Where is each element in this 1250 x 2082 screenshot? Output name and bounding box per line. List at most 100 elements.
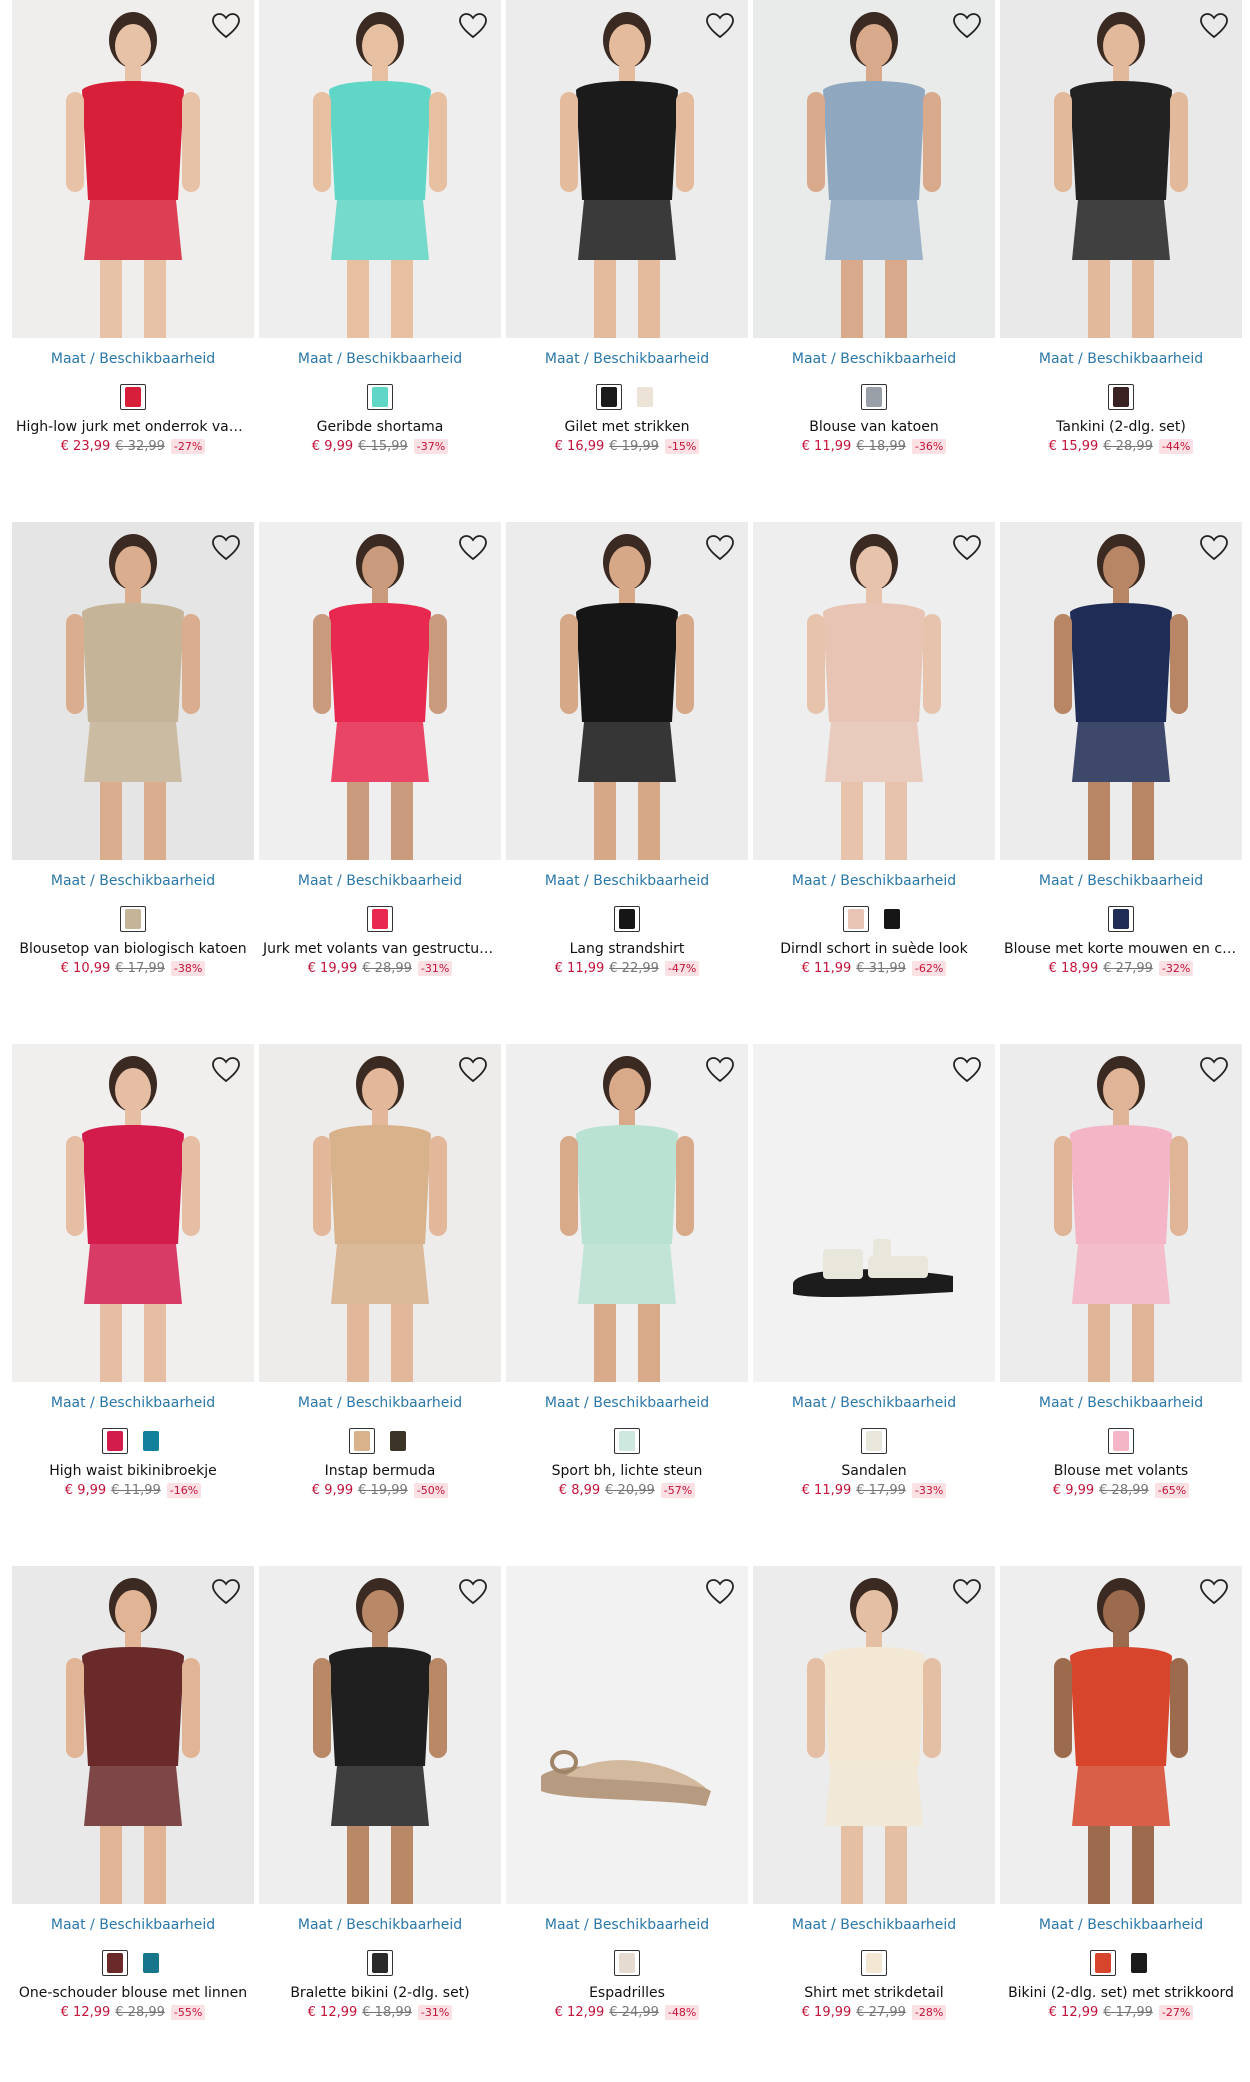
wishlist-heart-icon[interactable] <box>210 10 242 42</box>
product-name[interactable]: Geribde shortama <box>259 418 501 436</box>
product-card[interactable]: Maat / Beschikbaarheid Blouse van katoen €… <box>753 0 995 455</box>
color-swatch[interactable] <box>367 906 393 932</box>
wishlist-heart-icon[interactable] <box>210 532 242 564</box>
product-image[interactable] <box>753 522 995 860</box>
size-availability-link[interactable]: Maat / Beschikbaarheid <box>259 1916 501 1934</box>
size-availability-link[interactable]: Maat / Beschikbaarheid <box>506 872 748 890</box>
product-name[interactable]: Gilet met strikken <box>506 418 748 436</box>
color-swatch[interactable] <box>596 384 622 410</box>
product-name[interactable]: High-low jurk met onderrok van tule <box>12 418 254 436</box>
color-swatch[interactable] <box>102 1428 128 1454</box>
product-image[interactable] <box>12 0 254 338</box>
product-name[interactable]: High waist bikinibroekje <box>12 1462 254 1480</box>
wishlist-heart-icon[interactable] <box>704 532 736 564</box>
product-image[interactable] <box>1000 522 1242 860</box>
product-card[interactable]: Maat / Beschikbaarheid Blouse met korte m… <box>1000 522 1242 977</box>
product-name[interactable]: Sandalen <box>753 1462 995 1480</box>
color-swatch[interactable] <box>843 906 869 932</box>
color-swatch[interactable] <box>861 1950 887 1976</box>
product-name[interactable]: Lang strandshirt <box>506 940 748 958</box>
product-name[interactable]: Blouse met volants <box>1000 1462 1242 1480</box>
size-availability-link[interactable]: Maat / Beschikbaarheid <box>1000 1916 1242 1934</box>
product-card[interactable]: Maat / Beschikbaarheid Blousetop van biol… <box>12 522 254 977</box>
product-card[interactable]: Maat / Beschikbaarheid Sport bh, lichte s… <box>506 1044 748 1499</box>
product-card[interactable]: Maat / Beschikbaarheid Lang strandshirt € … <box>506 522 748 977</box>
wishlist-heart-icon[interactable] <box>457 1054 489 1086</box>
product-image[interactable] <box>506 522 748 860</box>
color-swatch[interactable] <box>861 1428 887 1454</box>
product-card[interactable]: Maat / Beschikbaarheid Bikini (2-dlg. set… <box>1000 1566 1242 2021</box>
product-card[interactable]: Maat / Beschikbaarheid One-schouder blous… <box>12 1566 254 2021</box>
color-swatch[interactable] <box>614 906 640 932</box>
wishlist-heart-icon[interactable] <box>951 532 983 564</box>
wishlist-heart-icon[interactable] <box>457 1576 489 1608</box>
product-image[interactable] <box>12 1044 254 1382</box>
product-image[interactable] <box>259 1566 501 1904</box>
size-availability-link[interactable]: Maat / Beschikbaarheid <box>12 872 254 890</box>
size-availability-link[interactable]: Maat / Beschikbaarheid <box>506 350 748 368</box>
wishlist-heart-icon[interactable] <box>210 1054 242 1086</box>
product-image[interactable] <box>1000 1566 1242 1904</box>
product-name[interactable]: Blouse van katoen <box>753 418 995 436</box>
product-card[interactable]: Maat / Beschikbaarheid High-low jurk met … <box>12 0 254 455</box>
wishlist-heart-icon[interactable] <box>704 10 736 42</box>
product-card[interactable]: Maat / Beschikbaarheid Jurk met volants v… <box>259 522 501 977</box>
size-availability-link[interactable]: Maat / Beschikbaarheid <box>12 1916 254 1934</box>
color-swatch[interactable] <box>1090 1950 1116 1976</box>
color-swatch[interactable] <box>367 1950 393 1976</box>
product-image[interactable] <box>506 1566 748 1904</box>
size-availability-link[interactable]: Maat / Beschikbaarheid <box>259 350 501 368</box>
size-availability-link[interactable]: Maat / Beschikbaarheid <box>753 350 995 368</box>
product-name[interactable]: Blouse met korte mouwen en ceintuur <box>1000 940 1242 958</box>
wishlist-heart-icon[interactable] <box>951 10 983 42</box>
size-availability-link[interactable]: Maat / Beschikbaarheid <box>1000 872 1242 890</box>
product-card[interactable]: Maat / Beschikbaarheid Sandalen € 11,99 € 1… <box>753 1044 995 1499</box>
size-availability-link[interactable]: Maat / Beschikbaarheid <box>12 1394 254 1412</box>
color-swatch[interactable] <box>138 1950 164 1976</box>
product-image[interactable] <box>259 522 501 860</box>
size-availability-link[interactable]: Maat / Beschikbaarheid <box>753 1916 995 1934</box>
wishlist-heart-icon[interactable] <box>1198 1054 1230 1086</box>
product-card[interactable]: Maat / Beschikbaarheid Shirt met strikdet… <box>753 1566 995 2021</box>
wishlist-heart-icon[interactable] <box>1198 1576 1230 1608</box>
product-name[interactable]: Jurk met volants van gestructureerd mate… <box>259 940 501 958</box>
product-name[interactable]: Shirt met strikdetail <box>753 1984 995 2002</box>
size-availability-link[interactable]: Maat / Beschikbaarheid <box>506 1394 748 1412</box>
product-image[interactable] <box>753 0 995 338</box>
product-image[interactable] <box>753 1044 995 1382</box>
wishlist-heart-icon[interactable] <box>1198 532 1230 564</box>
size-availability-link[interactable]: Maat / Beschikbaarheid <box>1000 350 1242 368</box>
size-availability-link[interactable]: Maat / Beschikbaarheid <box>753 872 995 890</box>
color-swatch[interactable] <box>614 1950 640 1976</box>
product-name[interactable]: Tankini (2-dlg. set) <box>1000 418 1242 436</box>
product-image[interactable] <box>753 1566 995 1904</box>
product-image[interactable] <box>259 1044 501 1382</box>
color-swatch[interactable] <box>367 384 393 410</box>
product-card[interactable]: Maat / Beschikbaarheid Dirndl schort in s… <box>753 522 995 977</box>
color-swatch[interactable] <box>879 906 905 932</box>
product-name[interactable]: Instap bermuda <box>259 1462 501 1480</box>
color-swatch[interactable] <box>861 384 887 410</box>
product-card[interactable]: Maat / Beschikbaarheid Blouse met volants… <box>1000 1044 1242 1499</box>
color-swatch[interactable] <box>120 384 146 410</box>
wishlist-heart-icon[interactable] <box>210 1576 242 1608</box>
wishlist-heart-icon[interactable] <box>1198 10 1230 42</box>
product-card[interactable]: Maat / Beschikbaarheid Espadrilles € 12,99… <box>506 1566 748 2021</box>
product-image[interactable] <box>1000 0 1242 338</box>
product-name[interactable]: Sport bh, lichte steun <box>506 1462 748 1480</box>
product-image[interactable] <box>12 1566 254 1904</box>
wishlist-heart-icon[interactable] <box>704 1054 736 1086</box>
product-name[interactable]: One-schouder blouse met linnen <box>12 1984 254 2002</box>
size-availability-link[interactable]: Maat / Beschikbaarheid <box>1000 1394 1242 1412</box>
size-availability-link[interactable]: Maat / Beschikbaarheid <box>12 350 254 368</box>
product-image[interactable] <box>1000 1044 1242 1382</box>
product-card[interactable]: Maat / Beschikbaarheid Geribde shortama € … <box>259 0 501 455</box>
color-swatch[interactable] <box>102 1950 128 1976</box>
color-swatch[interactable] <box>614 1428 640 1454</box>
size-availability-link[interactable]: Maat / Beschikbaarheid <box>259 872 501 890</box>
product-image[interactable] <box>259 0 501 338</box>
color-swatch[interactable] <box>349 1428 375 1454</box>
wishlist-heart-icon[interactable] <box>457 532 489 564</box>
product-card[interactable]: Maat / Beschikbaarheid Instap bermuda € 9,… <box>259 1044 501 1499</box>
wishlist-heart-icon[interactable] <box>457 10 489 42</box>
